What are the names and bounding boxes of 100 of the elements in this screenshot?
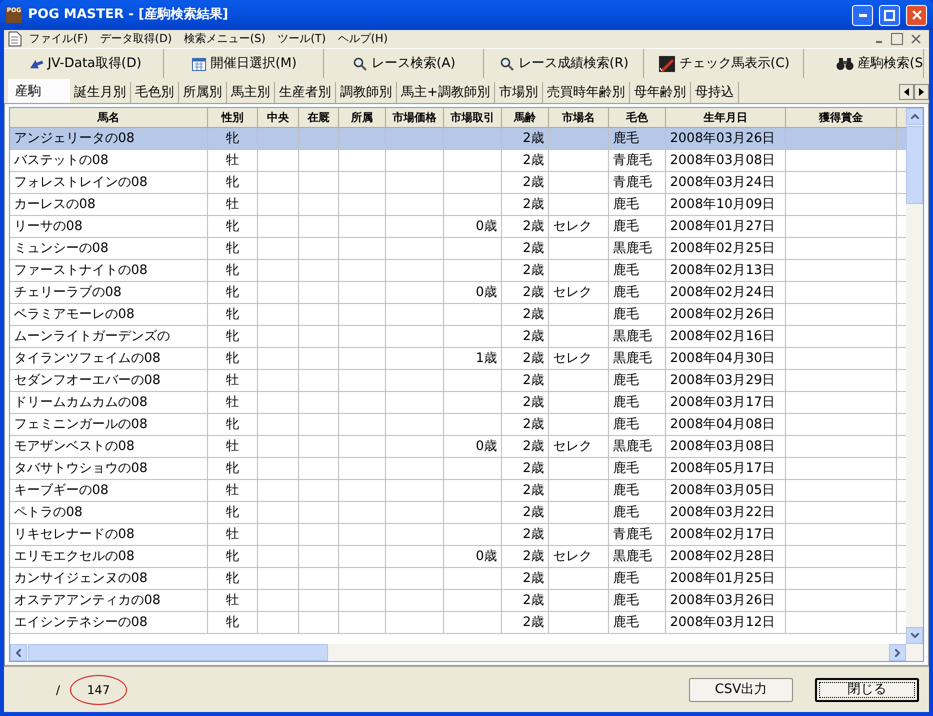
table-row[interactable]: フェミニンガールの08 牝 2歳 鹿毛 2008年04月08日: [10, 414, 906, 436]
footer-button[interactable]: 閉じる: [815, 678, 919, 702]
table-cell: セレク: [553, 549, 592, 564]
toolbar-button[interactable]: チェック馬表示(C): [646, 49, 804, 78]
table-row[interactable]: ファーストナイトの08 牝 2歳 鹿毛 2008年02月13日: [10, 260, 906, 282]
minimize-button[interactable]: [852, 4, 873, 26]
table-cell: 2歳: [522, 351, 544, 366]
table-cell: ムーンライトガーデンズの: [14, 329, 170, 344]
table-cell: 2歳: [522, 483, 544, 498]
table-row[interactable]: タバサトウショウの08 牝 2歳 鹿毛 2008年05月17日: [10, 458, 906, 480]
table-cell: 0歳: [476, 549, 497, 564]
table-cell: 鹿毛: [613, 593, 639, 608]
close-button[interactable]: [906, 4, 927, 26]
table-cell: リーサの08: [14, 219, 83, 234]
table-cell: 2歳: [522, 395, 544, 410]
close-icon[interactable]: [911, 34, 921, 44]
table-cell: 青鹿毛: [613, 527, 652, 542]
table-cell: 0歳: [476, 439, 497, 454]
table-row[interactable]: エリモエクセルの08 牝 0歳 2歳 セレク 黒鹿毛 2008年02月28日: [10, 546, 906, 568]
toolbar-button[interactable]: 産駒検索(S: [806, 49, 924, 78]
table-cell: 2008年04月30日: [670, 351, 776, 366]
scrollbar-thumb[interactable]: [906, 126, 923, 204]
table-row[interactable]: アンジェリータの08 牝 2歳 鹿毛 2008年03月26日: [10, 128, 906, 150]
table-row[interactable]: セダンフオーエバーの08 牡 2歳 鹿毛 2008年03月29日: [10, 370, 906, 392]
menu-item[interactable]: ファイル(F): [24, 30, 93, 48]
table-row[interactable]: ペトラの08 牝 2歳 鹿毛 2008年03月22日: [10, 502, 906, 524]
table-cell: リキセレナードの08: [14, 527, 135, 542]
menu-item[interactable]: 検索メニュー(S): [178, 30, 271, 48]
table-row[interactable]: エイシンテネシーの08 牝 2歳 鹿毛 2008年03月12日: [10, 612, 906, 634]
table-cell: ベラミアモーレの08: [14, 307, 135, 322]
table-cell: タイランツフェイムの08: [14, 351, 161, 366]
search-icon: [353, 56, 368, 70]
menu-item[interactable]: ツール(T): [272, 30, 331, 48]
tab[interactable]: 産駒: [8, 79, 70, 103]
table-row[interactable]: チェリーラブの08 牝 0歳 2歳 セレク 鹿毛 2008年02月24日: [10, 282, 906, 304]
table-cell: 牡: [226, 439, 239, 454]
table-cell: 牝: [226, 219, 239, 234]
table-cell: 2008年02月28日: [670, 549, 776, 564]
table-cell: 牝: [226, 175, 239, 190]
table-cell: 2008年03月12日: [670, 615, 776, 630]
table-cell: モアザンベストの08: [14, 439, 135, 454]
toolbar-button[interactable]: レース成績検索(R): [486, 49, 644, 78]
table-cell: 鹿毛: [613, 483, 639, 498]
horizontal-scrollbar[interactable]: [10, 644, 923, 661]
toolbar-button[interactable]: 開催日選択(M): [166, 49, 324, 78]
scroll-right-button[interactable]: [914, 84, 929, 100]
toolbar-button[interactable]: レース検索(A): [326, 49, 484, 78]
table-cell: 2008年03月05日: [670, 483, 776, 498]
table-cell: チェリーラブの08: [14, 285, 122, 300]
scroll-left-button[interactable]: [899, 84, 914, 100]
table-cell: 2歳: [522, 153, 544, 168]
table-row[interactable]: ベラミアモーレの08 牝 2歳 鹿毛 2008年02月26日: [10, 304, 906, 326]
search-icon: [500, 56, 514, 70]
vertical-scrollbar[interactable]: [906, 108, 923, 644]
table-cell: 牡: [226, 593, 239, 608]
footer-button[interactable]: CSV出力: [689, 678, 793, 702]
table-cell: 2008年03月26日: [670, 131, 776, 146]
table-row[interactable]: オステアアンティカの08 牡 2歳 鹿毛 2008年03月26日: [10, 590, 906, 612]
table-cell: 2歳: [522, 219, 544, 234]
table-cell: バステットの08: [14, 153, 109, 168]
table-cell: 2歳: [522, 439, 544, 454]
scrollbar-thumb[interactable]: [28, 644, 328, 661]
table-row[interactable]: モアザンベストの08 牡 0歳 2歳 セレク 黒鹿毛 2008年03月08日: [10, 436, 906, 458]
table-cell: セレク: [553, 219, 592, 234]
table-cell: セレク: [553, 285, 592, 300]
table-cell: 牝: [226, 131, 239, 146]
table-cell: キーブギーの08: [14, 483, 109, 498]
table-cell: 2歳: [522, 285, 544, 300]
table-cell: 黒鹿毛: [613, 439, 652, 454]
table-row[interactable]: キーブギーの08 牡 2歳 鹿毛 2008年03月05日: [10, 480, 906, 502]
table-cell: 2008年03月17日: [670, 395, 776, 410]
table-row[interactable]: タイランツフェイムの08 牝 1歳 2歳 セレク 黒鹿毛 2008年04月30日: [10, 348, 906, 370]
table-cell: 黒鹿毛: [613, 241, 652, 256]
table-row[interactable]: ドリームカムカムの08 牡 2歳 鹿毛 2008年03月17日: [10, 392, 906, 414]
restore-icon[interactable]: [891, 33, 903, 45]
menu-item[interactable]: データ取得(D): [94, 30, 177, 48]
table-cell: 鹿毛: [613, 307, 639, 322]
table-row[interactable]: リキセレナードの08 牡 2歳 青鹿毛 2008年02月17日: [10, 524, 906, 546]
table-row[interactable]: ミュンシーの08 牝 2歳 黒鹿毛 2008年02月25日: [10, 238, 906, 260]
table-cell: 2歳: [522, 241, 544, 256]
table-cell: 2008年03月29日: [670, 373, 776, 388]
table-cell: 牡: [226, 197, 239, 212]
table-row[interactable]: ムーンライトガーデンズの 牝 2歳 黒鹿毛 2008年02月16日: [10, 326, 906, 348]
table-row[interactable]: カンサイジェンヌの08 牝 2歳 鹿毛 2008年01月25日: [10, 568, 906, 590]
table-row[interactable]: バステットの08 牡 2歳 青鹿毛 2008年03月08日: [10, 150, 906, 172]
table-cell: 牡: [226, 373, 239, 388]
table-cell: 2008年05月17日: [670, 461, 776, 476]
table-row[interactable]: リーサの08 牝 0歳 2歳 セレク 鹿毛 2008年01月27日: [10, 216, 906, 238]
table-cell: 牡: [226, 527, 239, 542]
table-row[interactable]: カーレスの08 牡 2歳 鹿毛 2008年10月09日: [10, 194, 906, 216]
toolbar-button[interactable]: JV-Data取得(D): [6, 49, 164, 78]
table-cell: 牡: [226, 153, 239, 168]
maximize-button[interactable]: [879, 4, 900, 26]
table-cell: 2歳: [522, 175, 544, 190]
table-cell: 2歳: [522, 329, 544, 344]
menu-item[interactable]: ヘルプ(H): [332, 30, 393, 48]
table-row[interactable]: フォレストレインの08 牝 2歳 青鹿毛 2008年03月24日: [10, 172, 906, 194]
table-cell: 黒鹿毛: [613, 351, 652, 366]
table-cell: 鹿毛: [613, 285, 639, 300]
table-cell: ミュンシーの08: [14, 241, 109, 256]
